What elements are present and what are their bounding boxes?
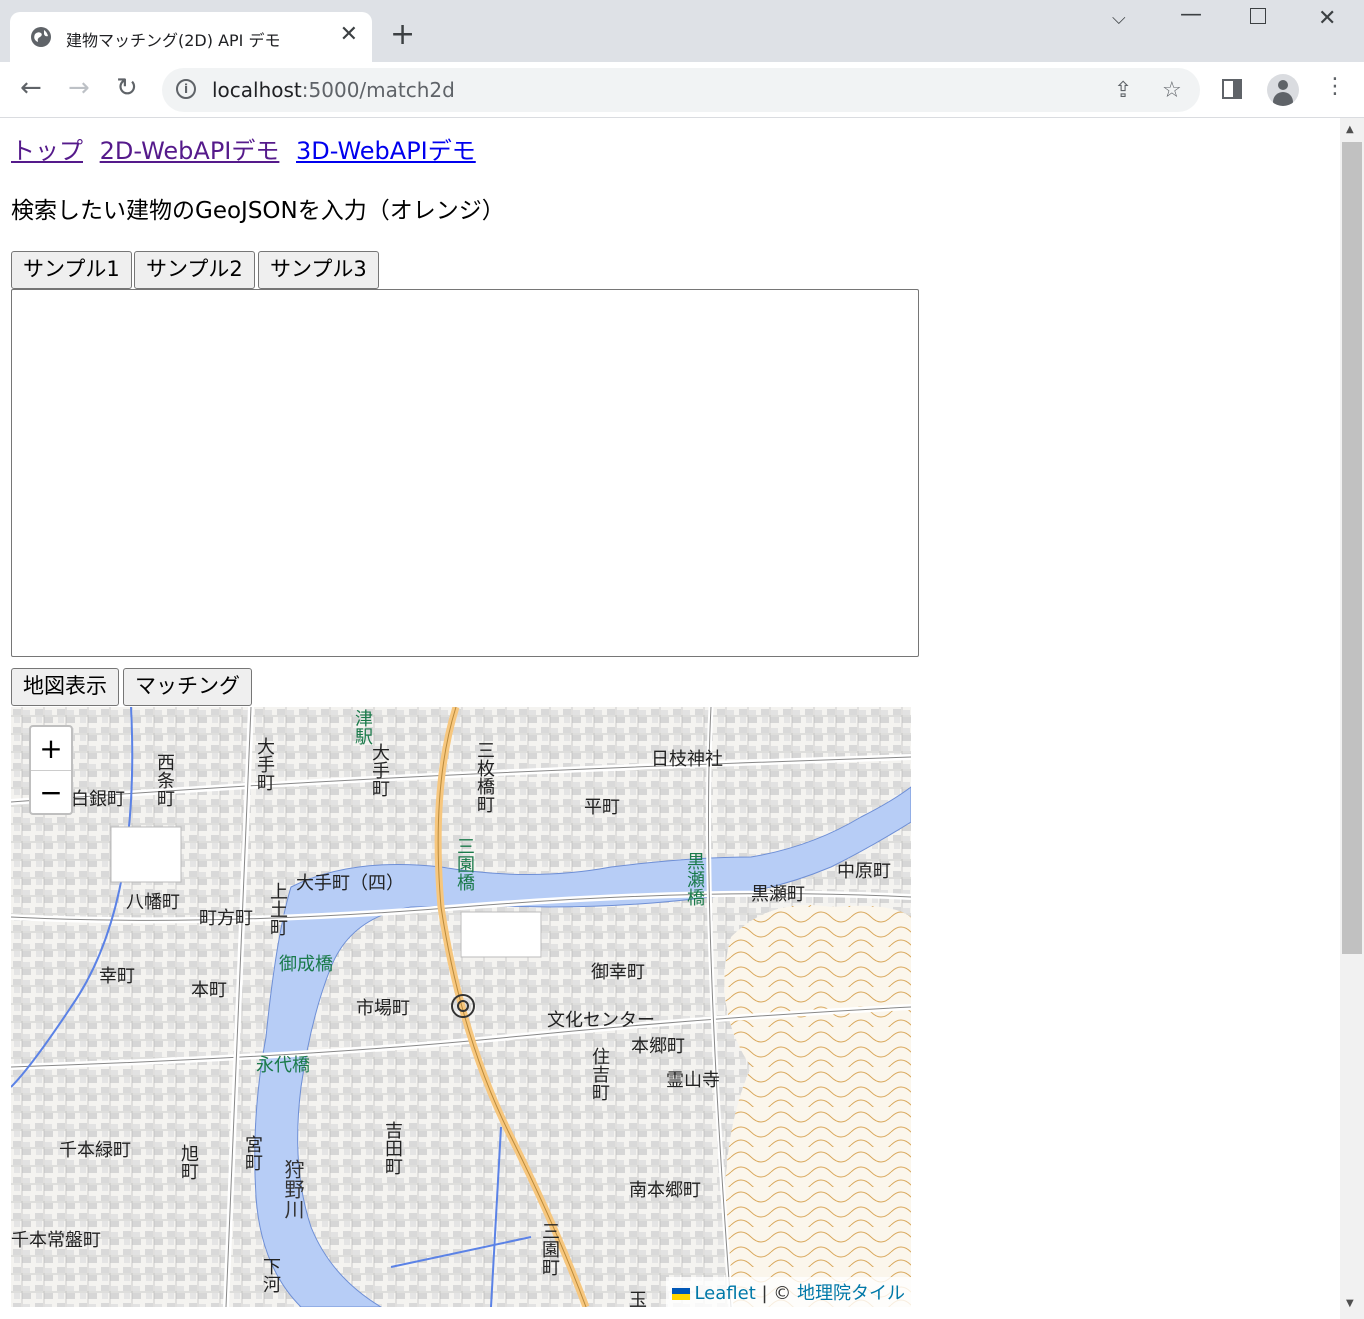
minimize-icon[interactable]: — — [1180, 2, 1202, 27]
new-tab-button[interactable]: + — [390, 20, 415, 50]
ukraine-flag-icon — [672, 1288, 691, 1300]
link-2d-demo[interactable]: 2D-WebAPIデモ — [100, 137, 280, 165]
geojson-textarea[interactable] — [11, 289, 919, 657]
sample3-button[interactable]: サンプル3 — [258, 251, 379, 289]
matching-button[interactable]: マッチング — [123, 668, 252, 706]
maximize-icon[interactable] — [1250, 8, 1266, 24]
globe-icon — [31, 27, 51, 47]
map-zoom-control: + − — [29, 725, 73, 815]
forward-icon[interactable]: → — [68, 74, 90, 102]
page-scrollbar[interactable]: ▲ ▼ — [1340, 118, 1364, 1319]
share-icon[interactable]: ⇪ — [1114, 78, 1132, 103]
address-bar[interactable]: i localhost:5000/match2d ⇪ ☆ — [162, 68, 1200, 112]
page-viewport: トップ 2D-WebAPIデモ 3D-WebAPIデモ 検索したい建物のGeoJ… — [0, 118, 1340, 1319]
link-3d-demo[interactable]: 3D-WebAPIデモ — [296, 137, 476, 165]
gsi-tiles-link[interactable]: 地理院タイル — [797, 1283, 905, 1304]
site-info-icon[interactable]: i — [176, 79, 196, 99]
sample1-button[interactable]: サンプル1 — [11, 251, 132, 289]
side-panel-icon[interactable] — [1222, 79, 1242, 99]
tab-strip: 建物マッチング(2D) API デモ ✕ + ⌵ — ✕ — [0, 0, 1364, 62]
leaflet-link[interactable]: Leaflet — [694, 1283, 755, 1304]
zoom-in-button[interactable]: + — [31, 727, 71, 771]
url-text[interactable]: localhost:5000/match2d — [212, 78, 455, 102]
map-tiles[interactable] — [11, 707, 911, 1307]
scroll-down-icon[interactable]: ▼ — [1346, 1298, 1354, 1309]
page-heading: 検索したい建物のGeoJSONを入力（オレンジ） — [11, 198, 505, 224]
scroll-up-icon[interactable]: ▲ — [1346, 124, 1354, 135]
window-close-icon[interactable]: ✕ — [1318, 6, 1336, 31]
tab-search-icon[interactable]: ⌵ — [1112, 8, 1126, 29]
menu-kebab-icon[interactable]: ⋮ — [1324, 74, 1346, 99]
bookmark-star-icon[interactable]: ☆ — [1162, 78, 1182, 103]
reload-icon[interactable]: ↻ — [116, 74, 138, 102]
tab-close-icon[interactable]: ✕ — [340, 24, 358, 46]
nav-links: トップ 2D-WebAPIデモ 3D-WebAPIデモ — [11, 131, 485, 166]
scroll-thumb[interactable] — [1342, 142, 1362, 954]
show-map-button[interactable]: 地図表示 — [11, 668, 119, 706]
back-icon[interactable]: ← — [20, 74, 42, 102]
zoom-out-button[interactable]: − — [31, 771, 71, 814]
map-attribution: Leaflet | © 地理院タイル — [666, 1277, 911, 1307]
sample2-button[interactable]: サンプル2 — [134, 251, 255, 289]
browser-toolbar: ← → ↻ i localhost:5000/match2d ⇪ ☆ ⋮ — [0, 62, 1364, 118]
profile-avatar-icon[interactable] — [1267, 74, 1299, 106]
browser-tab[interactable]: 建物マッチング(2D) API デモ ✕ — [10, 12, 372, 62]
tab-title: 建物マッチング(2D) API デモ — [66, 31, 281, 50]
link-top[interactable]: トップ — [11, 137, 83, 165]
map-container[interactable]: 津駅 大手町 大手町 三枚橋町 日枝神社 西条町 白銀町 平町 大手町（四） 中… — [11, 707, 911, 1307]
